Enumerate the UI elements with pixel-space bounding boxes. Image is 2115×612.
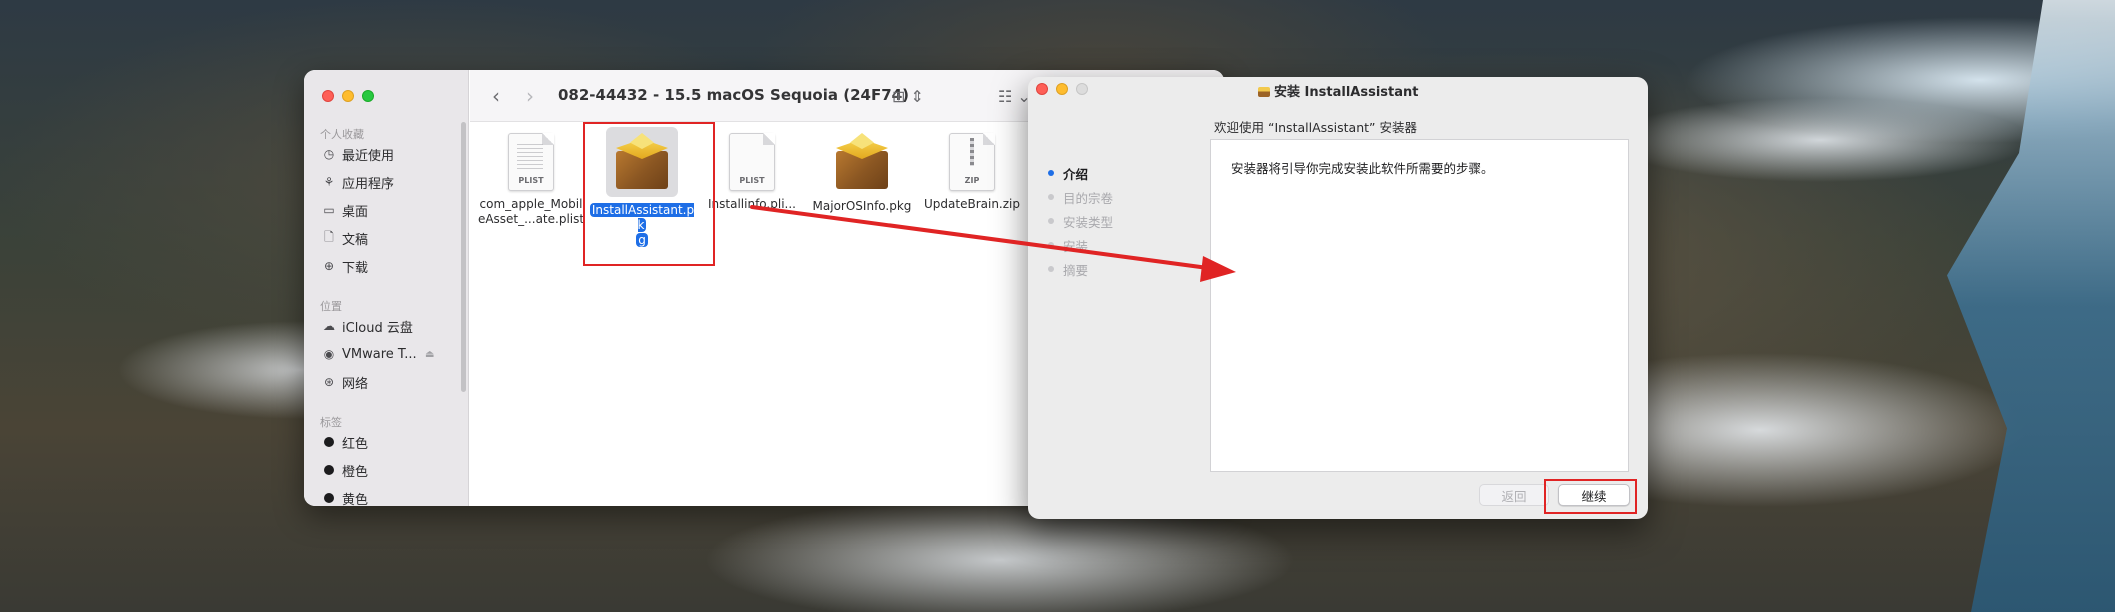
annotation-arrow-line bbox=[750, 205, 1210, 270]
annotation-arrow-head bbox=[1200, 256, 1236, 282]
annotation-arrow bbox=[750, 205, 1236, 282]
